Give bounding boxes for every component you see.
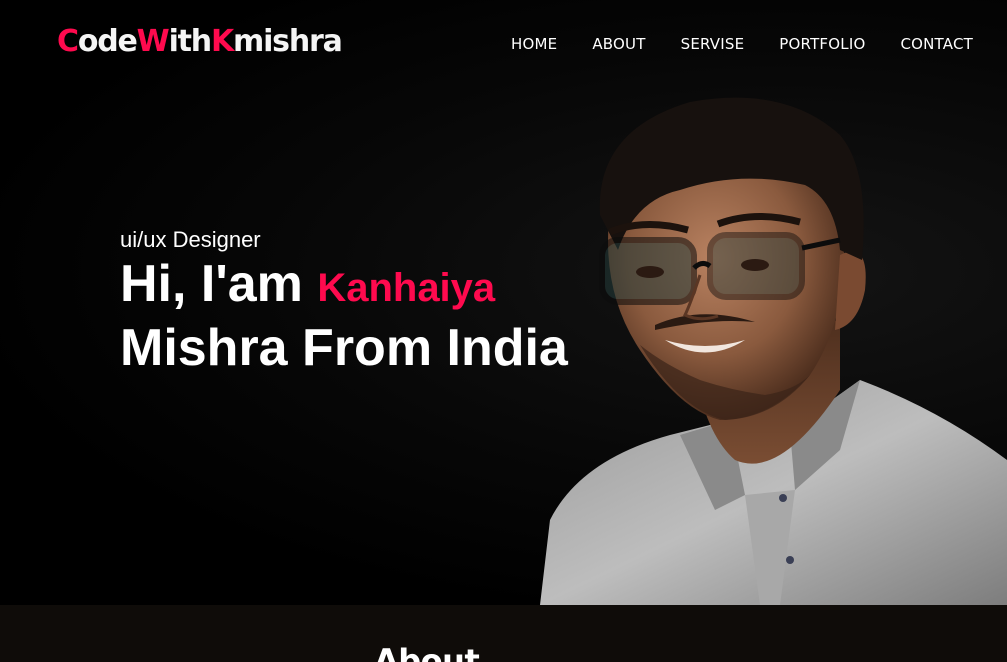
hero-headline: Hi, I'am Kanhaiya Mishra From India bbox=[120, 254, 568, 378]
hero-line2: Mishra From India bbox=[120, 319, 568, 377]
nav-link-contact[interactable]: CONTACT bbox=[900, 34, 973, 54]
navbar: CodeWithKmishra HOME ABOUT SERVISE PORTF… bbox=[0, 0, 1007, 88]
nav-link-about[interactable]: ABOUT bbox=[592, 34, 645, 54]
hero-role: ui/ux Designer bbox=[120, 227, 261, 252]
logo-text-ith: ith bbox=[168, 24, 213, 59]
logo-text-ode: ode bbox=[77, 24, 138, 59]
page: CodeWithKmishra HOME ABOUT SERVISE PORTF… bbox=[0, 0, 1007, 662]
hero-greeting: Hi, I'am bbox=[120, 255, 318, 313]
logo-text-mishra: mishra bbox=[233, 24, 343, 59]
logo-letter-c: C bbox=[57, 24, 79, 59]
hero-name-first: Kanhaiya bbox=[317, 266, 496, 310]
logo-letter-w: W bbox=[136, 24, 170, 59]
hero-section: CodeWithKmishra HOME ABOUT SERVISE PORTF… bbox=[0, 0, 1007, 605]
hero-text: ui/ux Designer Hi, I'am Kanhaiya Mishra F… bbox=[120, 226, 568, 378]
nav-link-portfolio[interactable]: PORTFOLIO bbox=[779, 34, 865, 54]
logo-letter-k: K bbox=[210, 24, 234, 59]
nav-links: HOME ABOUT SERVISE PORTFOLIO CONTACT bbox=[511, 34, 973, 54]
site-logo[interactable]: CodeWithKmishra bbox=[57, 24, 343, 60]
about-section: About bbox=[0, 605, 1007, 662]
about-title: About bbox=[374, 642, 480, 662]
nav-link-home[interactable]: HOME bbox=[511, 34, 557, 54]
profile-photo bbox=[540, 97, 1007, 605]
nav-link-service[interactable]: SERVISE bbox=[681, 34, 745, 54]
